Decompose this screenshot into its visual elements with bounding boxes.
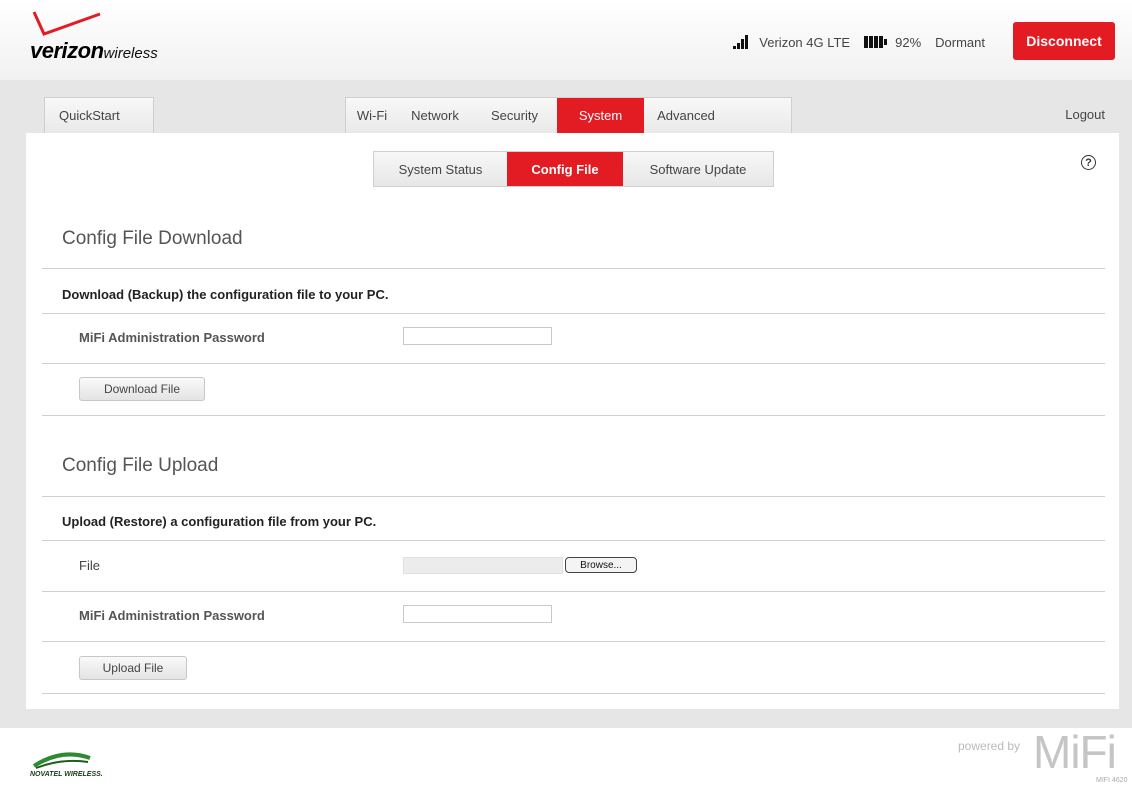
powered-by-mifi-logo: powered by MiFi MIFI 4620 xyxy=(958,726,1128,788)
tab-security[interactable]: Security xyxy=(472,98,557,134)
connection-status: Verizon 4G LTE 92% Dormant xyxy=(733,32,985,52)
connection-state: Dormant xyxy=(935,34,985,50)
upload-section-title: Config File Upload xyxy=(62,455,219,476)
logo-light-text: wireless xyxy=(103,45,158,62)
file-label: File xyxy=(79,558,100,573)
sub-tabs: System Status Config File Software Updat… xyxy=(373,151,774,187)
novatel-swoosh-icon xyxy=(32,752,91,769)
upload-description: Upload (Restore) a configuration file fr… xyxy=(62,514,377,529)
logo-bold-text: verizon xyxy=(30,38,104,63)
battery-percent: 92% xyxy=(895,34,922,50)
tab-config-file[interactable]: Config File xyxy=(507,152,623,186)
logout-link[interactable]: Logout xyxy=(1065,107,1105,122)
verizon-logo: verizonwireless xyxy=(30,8,200,68)
main-tabs: Wi-Fi Network Security System Advanced xyxy=(345,97,792,134)
upload-file-button[interactable]: Upload File xyxy=(79,656,187,680)
download-file-button[interactable]: Download File xyxy=(79,377,205,401)
download-description: Download (Backup) the configuration file… xyxy=(62,287,389,302)
upload-password-input[interactable] xyxy=(403,605,552,623)
download-password-input[interactable] xyxy=(403,327,552,345)
divider xyxy=(42,268,1105,269)
network-name: Verizon 4G LTE xyxy=(759,34,851,50)
top-header: verizonwireless Verizon 4G LTE 92% Dorma… xyxy=(0,0,1132,80)
novatel-logo: NOVATEL WIRELESS. xyxy=(30,752,130,782)
signal-strength-icon xyxy=(733,35,749,49)
divider xyxy=(42,641,1105,642)
download-section-title: Config File Download xyxy=(62,228,243,249)
divider xyxy=(42,363,1105,364)
tab-quickstart[interactable]: QuickStart xyxy=(44,97,154,133)
divider xyxy=(42,591,1105,592)
divider xyxy=(42,496,1105,497)
mifi-logo-text: MiFi xyxy=(1033,726,1117,778)
divider xyxy=(42,415,1105,416)
battery-icon xyxy=(864,36,888,48)
divider xyxy=(42,313,1105,314)
tab-network[interactable]: Network xyxy=(398,98,472,134)
divider xyxy=(42,693,1105,694)
browse-button[interactable]: Browse... xyxy=(565,557,637,573)
tab-system-status[interactable]: System Status xyxy=(374,152,507,186)
download-password-label: MiFi Administration Password xyxy=(79,330,265,345)
novatel-text: NOVATEL WIRELESS. xyxy=(30,771,103,778)
divider xyxy=(42,540,1105,541)
tab-advanced[interactable]: Advanced xyxy=(644,98,728,134)
help-icon[interactable]: ? xyxy=(1081,155,1096,170)
verizon-check-icon xyxy=(32,11,101,36)
tab-software-update[interactable]: Software Update xyxy=(623,152,773,186)
upload-password-label: MiFi Administration Password xyxy=(79,608,265,623)
model-text: MIFI 4620 xyxy=(1096,777,1128,784)
disconnect-button[interactable]: Disconnect xyxy=(1013,22,1115,60)
tab-wifi[interactable]: Wi-Fi xyxy=(346,98,398,134)
powered-by-text: powered by xyxy=(958,739,1021,753)
file-path-field[interactable] xyxy=(403,557,563,574)
tab-system[interactable]: System xyxy=(557,97,644,134)
